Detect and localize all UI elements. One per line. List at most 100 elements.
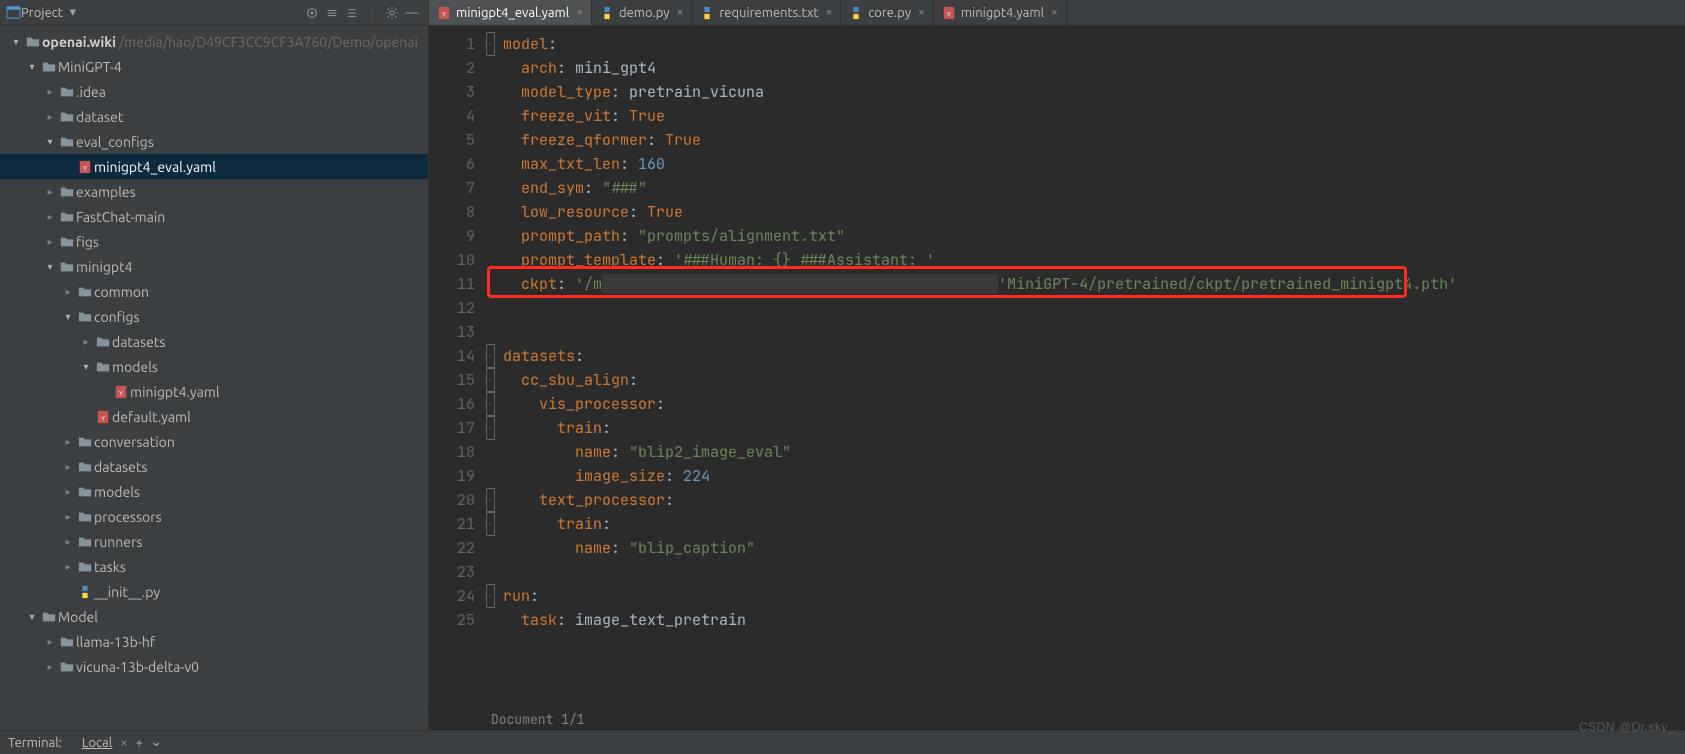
expand-arrow-icon[interactable] xyxy=(24,611,40,623)
tree-folder[interactable]: configs xyxy=(0,304,428,329)
editor-tab[interactable]: Yminigpt4.yaml× xyxy=(934,0,1067,25)
close-icon[interactable]: × xyxy=(576,6,583,19)
fold-toggle[interactable]: − xyxy=(486,32,495,56)
expand-arrow-icon[interactable] xyxy=(42,236,58,248)
code-line[interactable]: text_processor: xyxy=(503,488,1685,512)
tree-folder[interactable]: dataset xyxy=(0,104,428,129)
tree-folder[interactable]: models xyxy=(0,479,428,504)
expand-arrow-icon[interactable] xyxy=(42,186,58,198)
tree-folder[interactable]: MiniGPT-4 xyxy=(0,54,428,79)
tree-folder[interactable]: common xyxy=(0,279,428,304)
expand-arrow-icon[interactable] xyxy=(42,636,58,648)
tree-file[interactable]: __init__.py xyxy=(0,579,428,604)
fold-toggle[interactable]: − xyxy=(486,344,495,368)
expand-arrow-icon[interactable] xyxy=(42,661,58,673)
code-line[interactable]: ckpt: '/m 'MiniGPT-4/pretrained/ckpt/pre… xyxy=(503,272,1685,296)
tree-folder[interactable]: Model xyxy=(0,604,428,629)
code-line[interactable]: low_resource: True xyxy=(503,200,1685,224)
code-line[interactable]: max_txt_len: 160 xyxy=(503,152,1685,176)
tree-folder[interactable]: conversation xyxy=(0,429,428,454)
editor-tab[interactable]: core.py× xyxy=(841,0,934,25)
expand-arrow-icon[interactable] xyxy=(24,61,40,73)
expand-arrow-icon[interactable] xyxy=(60,486,76,498)
gear-icon[interactable] xyxy=(382,6,402,20)
tree-file[interactable]: Yminigpt4.yaml xyxy=(0,379,428,404)
close-icon[interactable]: × xyxy=(918,6,925,19)
project-tree[interactable]: openai.wiki /media/hao/D49CF3CC9CF3A760/… xyxy=(0,26,428,730)
tree-folder[interactable]: datasets xyxy=(0,454,428,479)
code-line[interactable]: name: "blip2_image_eval" xyxy=(503,440,1685,464)
code-line[interactable]: end_sym: "###" xyxy=(503,176,1685,200)
tree-folder[interactable]: FastChat-main xyxy=(0,204,428,229)
project-label[interactable]: Project xyxy=(21,6,63,20)
chevron-down-icon[interactable]: ▾ xyxy=(63,5,83,20)
tree-folder[interactable]: datasets xyxy=(0,329,428,354)
close-icon[interactable]: × xyxy=(677,6,684,19)
expand-arrow-icon[interactable] xyxy=(60,561,76,573)
close-icon[interactable]: × xyxy=(1051,6,1058,19)
code-line[interactable]: train: xyxy=(503,416,1685,440)
expand-arrow-icon[interactable] xyxy=(42,111,58,123)
expand-arrow-icon[interactable] xyxy=(42,136,58,148)
code-line[interactable]: freeze_qformer: True xyxy=(503,128,1685,152)
close-icon[interactable]: × xyxy=(120,736,127,750)
editor-tab[interactable]: Yminigpt4_eval.yaml× xyxy=(429,0,592,25)
expand-arrow-icon[interactable] xyxy=(60,436,76,448)
expand-arrow-icon[interactable] xyxy=(78,336,94,348)
fold-toggle[interactable]: − xyxy=(486,488,495,512)
code-content[interactable]: model: arch: mini_gpt4 model_type: pretr… xyxy=(499,26,1685,708)
code-line[interactable]: vis_processor: xyxy=(503,392,1685,416)
expand-arrow-icon[interactable] xyxy=(60,511,76,523)
expand-arrow-icon[interactable] xyxy=(42,211,58,223)
tree-folder[interactable]: minigpt4 xyxy=(0,254,428,279)
fold-toggle[interactable]: − xyxy=(486,584,495,608)
code-line[interactable]: train: xyxy=(503,512,1685,536)
code-line[interactable]: cc_sbu_align: xyxy=(503,368,1685,392)
tree-folder[interactable]: llama-13b-hf xyxy=(0,629,428,654)
fold-toggle[interactable]: − xyxy=(486,512,495,536)
code-line[interactable]: prompt_template: '###Human: {} ###Assist… xyxy=(503,248,1685,272)
code-line[interactable]: model: xyxy=(503,32,1685,56)
tree-file[interactable]: Ydefault.yaml xyxy=(0,404,428,429)
tree-folder[interactable]: eval_configs xyxy=(0,129,428,154)
expand-arrow-icon[interactable] xyxy=(60,311,76,323)
tree-folder[interactable]: processors xyxy=(0,504,428,529)
locate-icon[interactable] xyxy=(302,6,322,20)
code-line[interactable]: datasets: xyxy=(503,344,1685,368)
tree-file[interactable]: Yminigpt4_eval.yaml xyxy=(0,154,428,179)
fold-toggle[interactable]: − xyxy=(486,416,495,440)
code-line[interactable]: model_type: pretrain_vicuna xyxy=(503,80,1685,104)
expand-arrow-icon[interactable] xyxy=(60,286,76,298)
code-line[interactable]: name: "blip_caption" xyxy=(503,536,1685,560)
tree-folder[interactable]: tasks xyxy=(0,554,428,579)
tree-folder[interactable]: openai.wiki /media/hao/D49CF3CC9CF3A760/… xyxy=(0,29,428,54)
code-line[interactable]: image_size: 224 xyxy=(503,464,1685,488)
editor-tab[interactable]: requirements.txt× xyxy=(692,0,841,25)
code-line[interactable] xyxy=(503,296,1685,320)
new-terminal-button[interactable]: + xyxy=(136,736,143,750)
tree-folder[interactable]: figs xyxy=(0,229,428,254)
tree-folder[interactable]: examples xyxy=(0,179,428,204)
close-icon[interactable]: × xyxy=(826,6,833,19)
code-line[interactable]: arch: mini_gpt4 xyxy=(503,56,1685,80)
code-line[interactable] xyxy=(503,320,1685,344)
code-line[interactable]: task: image_text_pretrain xyxy=(503,608,1685,632)
code-area[interactable]: 1234567891011121314151617181920212223242… xyxy=(429,26,1685,708)
terminal-tab[interactable]: Local xyxy=(82,736,112,750)
expand-arrow-icon[interactable] xyxy=(78,361,94,373)
tree-folder[interactable]: vicuna-13b-delta-v0 xyxy=(0,654,428,679)
hide-icon[interactable]: — xyxy=(402,6,422,20)
fold-toggle[interactable]: − xyxy=(486,392,495,416)
fold-toggle[interactable]: − xyxy=(486,368,495,392)
expand-icon[interactable] xyxy=(322,6,342,20)
expand-arrow-icon[interactable] xyxy=(60,536,76,548)
terminal-menu-icon[interactable]: ⌄ xyxy=(151,735,162,750)
fold-column[interactable]: −−−−−−−− xyxy=(481,26,499,708)
code-line[interactable] xyxy=(503,560,1685,584)
code-line[interactable]: prompt_path: "prompts/alignment.txt" xyxy=(503,224,1685,248)
collapse-icon[interactable] xyxy=(342,6,362,20)
expand-arrow-icon[interactable] xyxy=(42,261,58,273)
code-line[interactable]: freeze_vit: True xyxy=(503,104,1685,128)
tree-folder[interactable]: models xyxy=(0,354,428,379)
tree-folder[interactable]: .idea xyxy=(0,79,428,104)
